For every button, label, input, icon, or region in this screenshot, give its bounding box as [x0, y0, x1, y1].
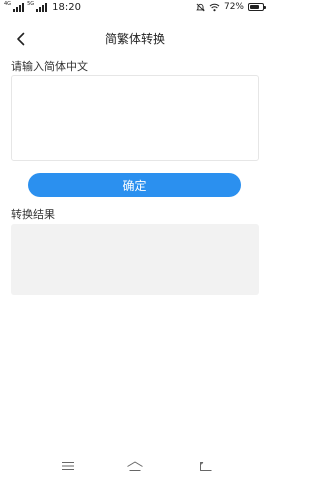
status-left: 4G 5G 18:20 [4, 1, 81, 14]
signal-icon [13, 3, 25, 12]
battery-fill [250, 5, 259, 9]
result-label: 转换结果 [11, 208, 55, 221]
status-time: 18:20 [52, 2, 81, 13]
network-type-1: 4G [4, 1, 12, 7]
nav-back-button[interactable] [194, 458, 218, 474]
mute-icon [196, 3, 205, 11]
result-box [11, 224, 259, 295]
screen: 4G 5G 18:20 72% 简繁体转换 请输入简体中文 确定 转换结果 [0, 0, 270, 480]
menu-button[interactable] [56, 458, 80, 474]
status-right: 72% [196, 2, 266, 12]
battery-percent: 72% [223, 2, 244, 12]
home-icon [127, 461, 143, 471]
input-label: 请输入简体中文 [11, 60, 88, 73]
network-type-2: 5G [27, 1, 35, 7]
page-title: 简繁体转换 [104, 32, 165, 46]
status-bar: 4G 5G 18:20 72% [0, 0, 270, 18]
signal-icon-2 [36, 3, 48, 12]
simplified-chinese-input[interactable] [11, 75, 259, 161]
nav-bar [0, 452, 270, 480]
battery-icon [248, 3, 266, 11]
confirm-button[interactable]: 确定 [28, 173, 241, 197]
menu-icon [62, 462, 74, 470]
back-icon [200, 461, 212, 471]
home-button[interactable] [123, 458, 147, 474]
header: 简繁体转换 [0, 26, 270, 52]
wifi-icon [209, 3, 220, 11]
